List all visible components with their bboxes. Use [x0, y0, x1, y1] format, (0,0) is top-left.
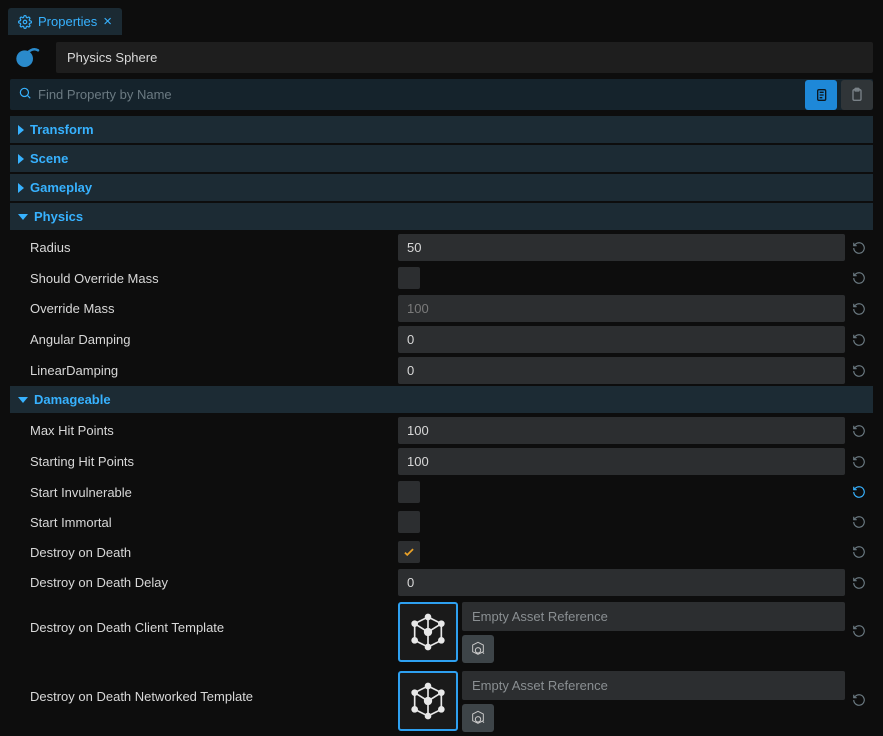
- object-type-icon: [10, 39, 46, 75]
- start-invulnerable-checkbox[interactable]: [398, 481, 420, 503]
- asset-thumbnail[interactable]: [398, 671, 458, 731]
- copy-button[interactable]: [805, 80, 837, 110]
- destroy-on-death-checkbox[interactable]: [398, 541, 420, 563]
- prop-label-destroyondeath: Destroy on Death: [10, 545, 398, 560]
- search-icon: [18, 86, 32, 103]
- asset-reference-label: Empty Asset Reference: [462, 671, 845, 700]
- destroy-on-death-delay-input[interactable]: [398, 569, 845, 596]
- gear-icon: [18, 15, 32, 29]
- reset-button[interactable]: [845, 545, 873, 559]
- reset-button[interactable]: [845, 302, 873, 316]
- asset-reference-label: Empty Asset Reference: [462, 602, 845, 631]
- reset-button[interactable]: [845, 424, 873, 438]
- prop-label-startimmortal: Start Immortal: [10, 515, 398, 530]
- asset-thumbnail[interactable]: [398, 602, 458, 662]
- chevron-down-icon: [18, 397, 28, 403]
- tab-title: Properties: [38, 14, 97, 29]
- reset-button[interactable]: [845, 485, 873, 499]
- section-title: Gameplay: [30, 180, 92, 195]
- starting-hit-points-input[interactable]: [398, 448, 845, 475]
- reset-button[interactable]: [845, 671, 873, 707]
- max-hit-points-input[interactable]: [398, 417, 845, 444]
- section-damageable[interactable]: Damageable: [10, 386, 873, 413]
- angular-damping-input[interactable]: [398, 326, 845, 353]
- prop-label-lineardamping: LinearDamping: [10, 363, 398, 378]
- close-icon[interactable]: ×: [103, 13, 112, 30]
- section-title: Damageable: [34, 392, 111, 407]
- tab-bar: Properties ×: [0, 0, 883, 35]
- prop-label-dod-client-template: Destroy on Death Client Template: [10, 602, 398, 635]
- chevron-right-icon: [18, 183, 24, 193]
- prop-label-overridemass: Override Mass: [10, 301, 398, 316]
- section-physics[interactable]: Physics: [10, 203, 873, 230]
- reset-button[interactable]: [845, 515, 873, 529]
- reset-button[interactable]: [845, 271, 873, 285]
- chevron-right-icon: [18, 154, 24, 164]
- section-gameplay[interactable]: Gameplay: [10, 174, 873, 201]
- reset-button[interactable]: [845, 333, 873, 347]
- chevron-right-icon: [18, 125, 24, 135]
- paste-button[interactable]: [841, 80, 873, 110]
- reset-button[interactable]: [845, 364, 873, 378]
- prop-label-angulardamping: Angular Damping: [10, 332, 398, 347]
- section-title: Physics: [34, 209, 83, 224]
- reset-button[interactable]: [845, 241, 873, 255]
- start-immortal-checkbox[interactable]: [398, 511, 420, 533]
- chevron-down-icon: [18, 214, 28, 220]
- should-override-mass-checkbox[interactable]: [398, 267, 420, 289]
- radius-input[interactable]: [398, 234, 845, 261]
- prop-label-maxhitpoints: Max Hit Points: [10, 423, 398, 438]
- section-transform[interactable]: Transform: [10, 116, 873, 143]
- section-title: Transform: [30, 122, 94, 137]
- asset-picker-button[interactable]: [462, 635, 494, 663]
- search-input[interactable]: [38, 87, 793, 102]
- reset-button[interactable]: [845, 602, 873, 638]
- tab-properties[interactable]: Properties ×: [8, 8, 122, 35]
- object-name-input[interactable]: [56, 42, 873, 73]
- override-mass-input[interactable]: [398, 295, 845, 322]
- asset-picker-button[interactable]: [462, 704, 494, 732]
- prop-label-startinghitpoints: Starting Hit Points: [10, 454, 398, 469]
- prop-label-startinvulnerable: Start Invulnerable: [10, 485, 398, 500]
- section-scene[interactable]: Scene: [10, 145, 873, 172]
- section-title: Scene: [30, 151, 68, 166]
- reset-button[interactable]: [845, 455, 873, 469]
- prop-label-shouldoverridemass: Should Override Mass: [10, 271, 398, 286]
- linear-damping-input[interactable]: [398, 357, 845, 384]
- reset-button[interactable]: [845, 576, 873, 590]
- prop-label-dod-networked-template: Destroy on Death Networked Template: [10, 671, 398, 704]
- prop-label-destroyondeathdelay: Destroy on Death Delay: [10, 575, 398, 590]
- prop-label-radius: Radius: [10, 240, 398, 255]
